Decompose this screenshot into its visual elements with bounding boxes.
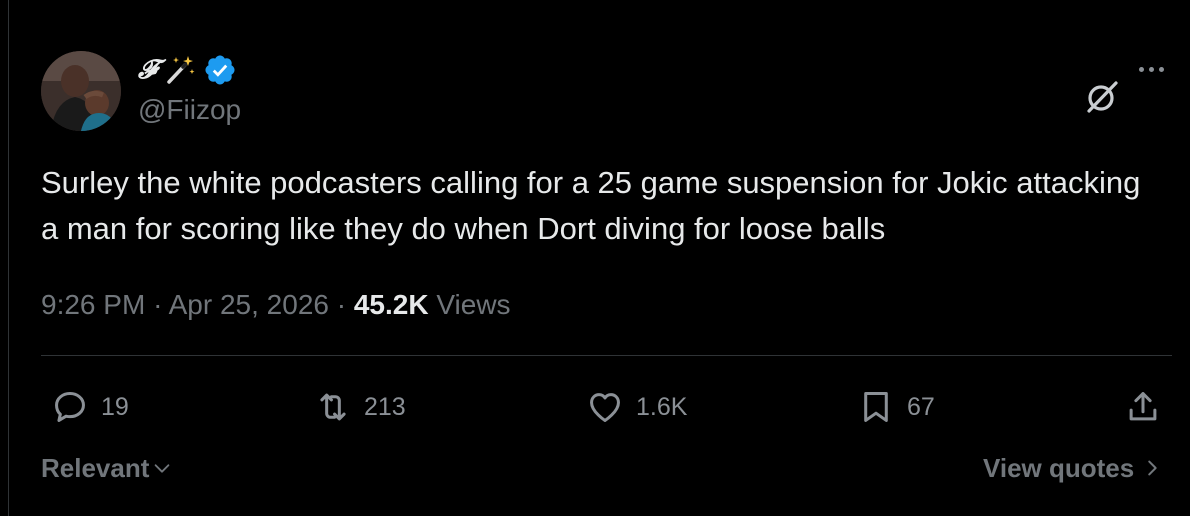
tweet-text: Surley the white podcasters calling for … (41, 165, 1141, 246)
meta-separator: · (336, 289, 347, 320)
author-name-row[interactable]: 𝓕 (138, 52, 237, 88)
reply-button[interactable]: 19 (51, 386, 129, 428)
chevron-down-icon (155, 464, 170, 473)
tweet-time[interactable]: 9:26 PM (41, 289, 145, 320)
reply-icon (55, 392, 85, 422)
bookmark-count: 67 (907, 392, 935, 421)
tweet-meta: 9:26 PM · Apr 25, 2026 · 45.2K Views (41, 285, 511, 325)
repost-count: 213 (364, 392, 406, 421)
meta-separator: · (153, 289, 163, 320)
reply-count: 19 (101, 392, 129, 421)
magic-wand-icon (167, 56, 195, 84)
bookmark-button[interactable]: 67 (857, 386, 935, 428)
grok-icon[interactable] (1083, 78, 1121, 116)
chevron-right-icon (1148, 460, 1157, 476)
timeline-border (8, 0, 9, 516)
share-icon (1129, 392, 1157, 421)
sort-label: Relevant (41, 453, 150, 483)
bookmark-icon (864, 392, 888, 422)
more-options-icon[interactable] (1139, 62, 1171, 76)
like-count: 1.6K (636, 392, 688, 421)
repost-button[interactable]: 213 (314, 386, 406, 428)
repost-icon (320, 393, 346, 421)
views-count: 45.2K (353, 289, 429, 320)
sort-replies-dropdown[interactable]: Relevant (41, 450, 173, 486)
author-display-name[interactable]: 𝓕 (138, 52, 157, 88)
view-quotes-link[interactable]: View quotes (983, 450, 1162, 486)
views-label: Views (436, 289, 511, 320)
heart-icon (590, 393, 620, 422)
view-quotes-label: View quotes (983, 453, 1135, 483)
divider (41, 355, 1172, 356)
share-button[interactable] (1124, 386, 1162, 428)
verified-badge-icon[interactable] (203, 53, 237, 87)
like-button[interactable]: 1.6K (586, 386, 687, 428)
author-handle[interactable]: @Fiizop (138, 93, 241, 127)
avatar[interactable] (41, 51, 121, 131)
tweet-date[interactable]: Apr 25, 2026 (169, 289, 329, 320)
